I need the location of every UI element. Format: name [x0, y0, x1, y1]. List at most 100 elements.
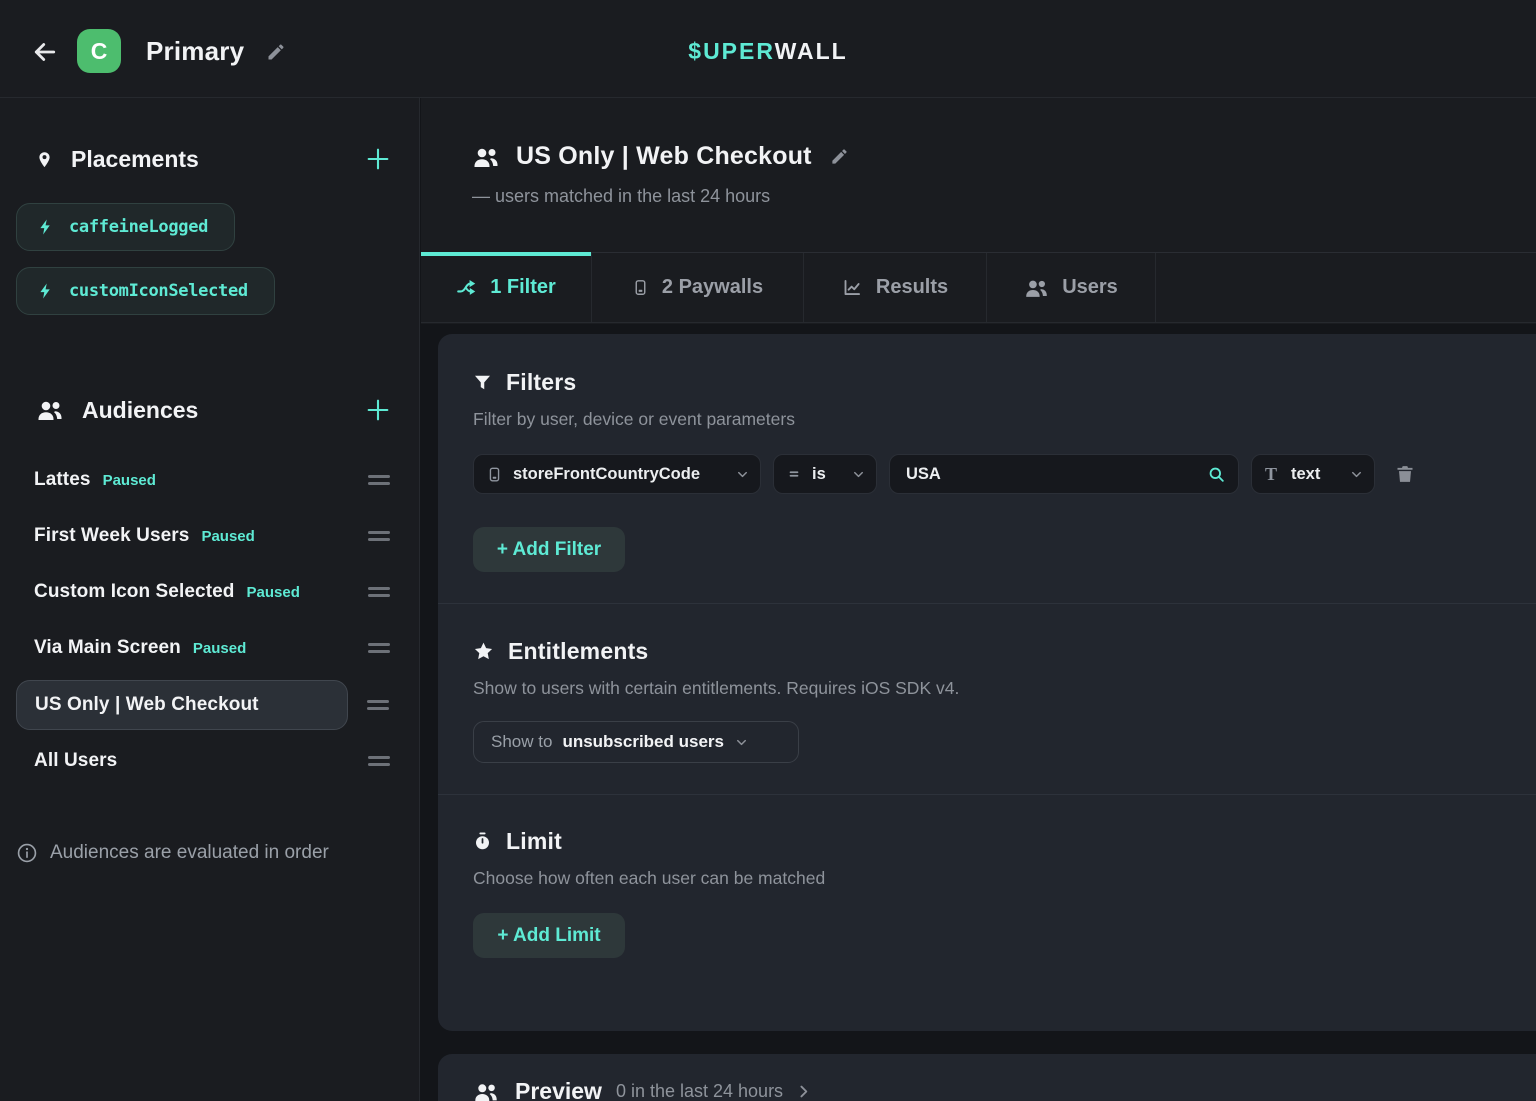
filter-operator-dropdown[interactable]: is [773, 454, 877, 494]
funnel-icon [473, 372, 492, 393]
tab-label: 2 Paywalls [662, 276, 763, 299]
add-audience-button[interactable] [364, 396, 392, 424]
edit-audience-icon[interactable] [830, 147, 849, 166]
audience-row-via-main-screen[interactable]: Via Main Screen Paused [0, 623, 420, 673]
filter-operator-value: is [812, 465, 826, 484]
placement-label: caffeineLogged [69, 217, 208, 237]
chevron-down-icon [851, 467, 866, 482]
audience-row-all-users[interactable]: All Users [0, 736, 420, 786]
lightning-bolt-icon [37, 282, 55, 300]
tab-paywalls[interactable]: 2 Paywalls [592, 253, 804, 322]
audiences-title: Audiences [82, 397, 198, 424]
placements-header: Placements [0, 142, 420, 176]
users-icon [1024, 278, 1049, 298]
audience-row-first-week-users[interactable]: First Week Users Paused [0, 511, 420, 561]
audience-label: US Only | Web Checkout [35, 694, 259, 716]
phone-icon [632, 277, 649, 298]
section-subtitle: Show to users with certain entitlements.… [473, 678, 1515, 699]
show-to-value: unsubscribed users [562, 732, 724, 752]
placement-label: customIconSelected [69, 281, 248, 301]
users-icon [473, 1079, 499, 1101]
entitlements-section: Entitlements Show to users with certain … [473, 604, 1515, 794]
paused-badge: Paused [193, 640, 246, 657]
drag-handle-icon[interactable] [368, 531, 390, 541]
tab-label: Users [1062, 276, 1118, 299]
paused-badge: Paused [103, 472, 156, 489]
audience-label: Custom Icon Selected [34, 581, 235, 603]
users-icon [36, 399, 64, 421]
delete-filter-icon[interactable] [1395, 463, 1415, 485]
add-limit-button[interactable]: + Add Limit [473, 913, 625, 958]
placement-item-caffeinelogged[interactable]: caffeineLogged [16, 203, 235, 251]
search-icon [1207, 465, 1226, 484]
text-type-icon: T [1265, 466, 1280, 482]
section-subtitle: Choose how often each user can be matche… [473, 868, 1515, 889]
superwall-logo: $UPERWALL [0, 38, 1536, 65]
drag-handle-icon[interactable] [368, 587, 390, 597]
content-area: Filters Filter by user, device or event … [421, 324, 1536, 1101]
audience-label: Via Main Screen [34, 637, 181, 659]
paused-badge: Paused [247, 584, 300, 601]
info-icon [16, 842, 38, 864]
chevron-right-icon [795, 1083, 812, 1100]
drag-handle-icon[interactable] [368, 756, 390, 766]
show-to-dropdown[interactable]: Show to unsubscribed users [473, 721, 799, 763]
chevron-down-icon [734, 735, 749, 750]
chevron-down-icon [735, 467, 750, 482]
audiences-order-note: Audiences are evaluated in order [0, 842, 420, 864]
paused-badge: Paused [201, 528, 254, 545]
tab-users[interactable]: Users [987, 253, 1156, 322]
tab-bar: 1 Filter 2 Paywalls Results Users [421, 252, 1536, 323]
note-text: Audiences are evaluated in order [50, 842, 329, 864]
app-window: C Primary $UPERWALL Placements caffeineL… [0, 0, 1536, 1101]
top-bar: C Primary $UPERWALL [0, 0, 1536, 98]
preview-card[interactable]: Preview 0 in the last 24 hours [438, 1054, 1536, 1101]
filter-property-value: storeFrontCountryCode [513, 465, 700, 484]
section-subtitle: Filter by user, device or event paramete… [473, 409, 1515, 430]
filter-row: storeFrontCountryCode is [473, 454, 1515, 494]
filter-property-dropdown[interactable]: storeFrontCountryCode [473, 454, 761, 494]
sidebar: Placements caffeineLogged customIconSele… [0, 98, 420, 1101]
audience-row-custom-icon-selected[interactable]: Custom Icon Selected Paused [0, 567, 420, 617]
filter-value-input[interactable]: USA [889, 454, 1239, 494]
page-subtitle: — users matched in the last 24 hours [472, 186, 770, 207]
audience-settings-card: Filters Filter by user, device or event … [438, 334, 1536, 1031]
tab-results[interactable]: Results [804, 253, 987, 322]
filter-value-text: USA [906, 465, 941, 484]
audience-row-us-only-web-checkout[interactable]: US Only | Web Checkout [16, 680, 348, 730]
main-panel: US Only | Web Checkout — users matched i… [421, 98, 1536, 1101]
section-title: Limit [506, 828, 562, 855]
section-title: Filters [506, 369, 576, 396]
section-title: Entitlements [508, 638, 648, 665]
tab-filter[interactable]: 1 Filter [421, 253, 592, 322]
filter-fork-icon [456, 277, 477, 298]
phone-icon [487, 465, 502, 484]
drag-handle-icon[interactable] [367, 700, 389, 710]
limit-section: Limit Choose how often each user can be … [473, 795, 1515, 958]
audience-row-lattes[interactable]: Lattes Paused [0, 455, 420, 505]
chart-icon [842, 277, 863, 298]
page-title: US Only | Web Checkout [516, 142, 812, 171]
drag-handle-icon[interactable] [368, 643, 390, 653]
filter-type-dropdown[interactable]: T text [1251, 454, 1375, 494]
tab-label: 1 Filter [490, 276, 556, 299]
add-filter-button[interactable]: + Add Filter [473, 527, 625, 572]
chevron-down-icon [1349, 467, 1364, 482]
show-to-label: Show to [491, 732, 552, 752]
equals-icon [787, 467, 801, 481]
placements-title: Placements [71, 146, 199, 173]
star-icon [473, 641, 494, 662]
lightning-bolt-icon [37, 218, 55, 236]
logo-white-part: WALL [775, 38, 848, 64]
logo-teal-part: $UPER [688, 38, 774, 64]
filter-type-value: text [1291, 465, 1320, 484]
add-placement-button[interactable] [364, 145, 392, 173]
filters-section: Filters Filter by user, device or event … [473, 334, 1515, 603]
preview-title: Preview [515, 1078, 602, 1101]
audience-label: Lattes [34, 469, 91, 491]
placement-item-customiconselected[interactable]: customIconSelected [16, 267, 275, 315]
audiences-header: Audiences [0, 393, 420, 427]
stopwatch-icon [473, 831, 492, 852]
drag-handle-icon[interactable] [368, 475, 390, 485]
users-icon [472, 143, 500, 171]
